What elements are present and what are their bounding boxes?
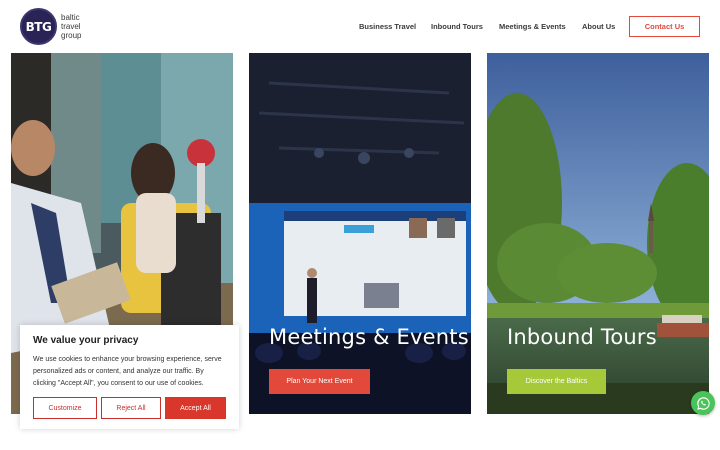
whatsapp-button[interactable] bbox=[691, 391, 715, 415]
logo-text: baltic travel group bbox=[61, 13, 81, 40]
cookie-buttons: Customize Reject All Accept All bbox=[33, 397, 230, 419]
card-inbound-tours[interactable]: Inbound Tours Discover the Baltics bbox=[487, 53, 709, 414]
contact-us-button[interactable]: Contact Us bbox=[629, 16, 700, 37]
conference-photo bbox=[249, 53, 471, 414]
logo-line-1: baltic bbox=[61, 13, 80, 22]
customize-button[interactable]: Customize bbox=[33, 397, 97, 419]
cookie-title: We value your privacy bbox=[33, 335, 139, 346]
site-header: BTG baltic travel group Business Travel … bbox=[0, 0, 720, 53]
cookie-consent-banner: We value your privacy We use cookies to … bbox=[20, 325, 239, 429]
logo[interactable]: BTG baltic travel group bbox=[20, 8, 81, 45]
accept-all-button[interactable]: Accept All bbox=[165, 397, 226, 419]
logo-line-2: travel bbox=[61, 22, 81, 31]
discover-baltics-button[interactable]: Discover the Baltics bbox=[507, 369, 606, 394]
meetings-events-title: Meetings & Events bbox=[269, 325, 469, 349]
riga-park-photo bbox=[487, 53, 709, 414]
reject-all-button[interactable]: Reject All bbox=[101, 397, 161, 419]
nav-inbound-tours[interactable]: Inbound Tours bbox=[431, 22, 483, 31]
cookie-text: We use cookies to enhance your browsing … bbox=[33, 356, 222, 387]
nav-meetings-events[interactable]: Meetings & Events bbox=[499, 22, 566, 31]
nav-about-us[interactable]: About Us bbox=[582, 22, 615, 31]
nav-business-travel[interactable]: Business Travel bbox=[359, 22, 416, 31]
plan-next-event-button[interactable]: Plan Your Next Event bbox=[269, 369, 370, 394]
whatsapp-icon bbox=[696, 396, 710, 410]
card-meetings-events[interactable]: Meetings & Events Plan Your Next Event bbox=[249, 53, 471, 414]
logo-badge: BTG bbox=[20, 8, 57, 45]
logo-line-3: group bbox=[61, 31, 82, 40]
inbound-tours-title: Inbound Tours bbox=[507, 325, 657, 349]
